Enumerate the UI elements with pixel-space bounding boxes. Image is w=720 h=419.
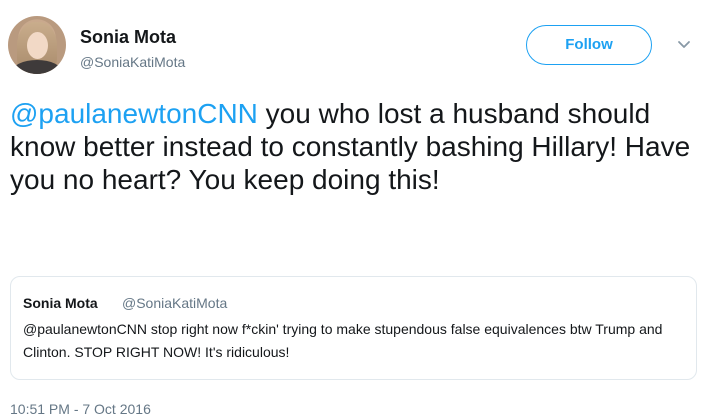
quoted-tweet-text: @paulanewtonCNN stop right now f*ckin' t… [23, 321, 663, 360]
quoted-tweet[interactable]: Sonia Mota @SoniaKatiMota @paulanewtonCN… [10, 276, 697, 380]
tweet-timestamp[interactable]: 10:51 PM - 7 Oct 2016 [10, 401, 151, 417]
quoted-author-handle: @SoniaKatiMota [122, 295, 228, 311]
author-handle[interactable]: @SoniaKatiMota [80, 54, 185, 70]
chevron-down-icon[interactable] [677, 38, 691, 52]
avatar[interactable] [8, 16, 66, 74]
avatar-face [27, 32, 48, 59]
tweet-text: @paulanewtonCNN you who lost a husband s… [10, 97, 710, 196]
tweet-card: Sonia Mota @SoniaKatiMota Follow @paulan… [0, 0, 720, 419]
quoted-author-name: Sonia Mota [23, 295, 98, 311]
mention-link[interactable]: @paulanewtonCNN [10, 98, 258, 129]
author-name[interactable]: Sonia Mota [80, 27, 176, 48]
follow-button[interactable]: Follow [526, 25, 652, 65]
